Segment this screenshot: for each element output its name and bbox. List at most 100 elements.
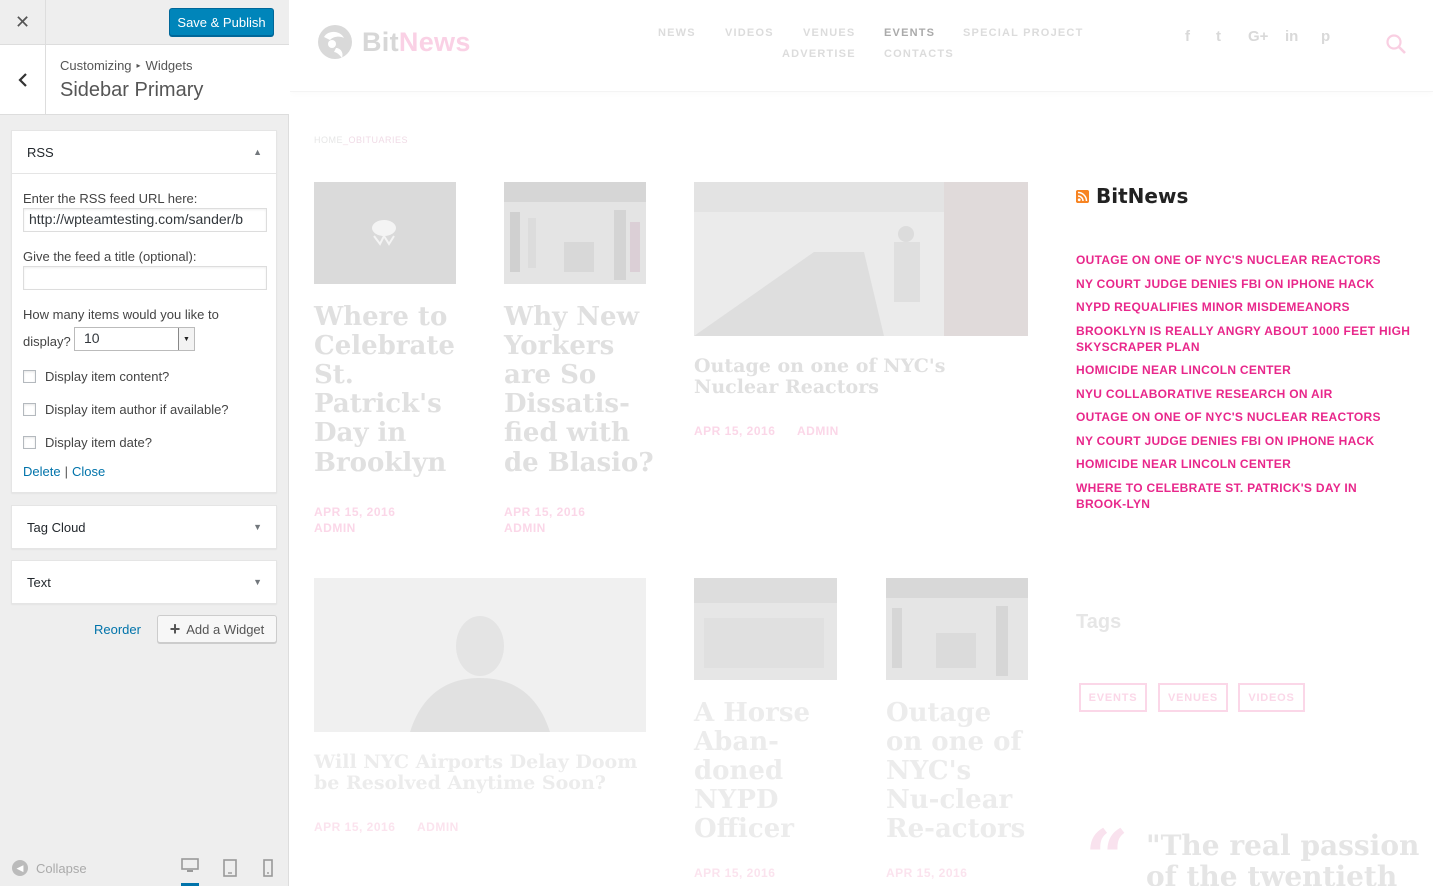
post-thumbnail[interactable]	[886, 578, 1028, 680]
post-thumbnail[interactable]	[504, 182, 646, 284]
facebook-icon[interactable]: f	[1185, 28, 1190, 45]
site-preview: BitNews NEWS VIDEOS VENUES EVENTS SPECIA…	[290, 0, 1433, 886]
tag-videos[interactable]: VIDEOS	[1238, 683, 1305, 712]
tag-cloud-widget-header[interactable]: Tag Cloud ▼	[12, 506, 276, 549]
tag-cloud-widget[interactable]: Tag Cloud ▼	[11, 505, 277, 549]
show-content-checkbox-row[interactable]: Display item content?	[23, 369, 169, 384]
post-author[interactable]: ADMIN	[797, 424, 839, 438]
nav-venues[interactable]: VENUES	[803, 27, 855, 39]
back-button[interactable]	[0, 45, 46, 114]
nav-videos[interactable]: VIDEOS	[725, 27, 774, 39]
mobile-preview-button[interactable]	[262, 859, 280, 877]
nav-contacts[interactable]: CONTACTS	[884, 48, 954, 60]
post-image	[314, 182, 456, 284]
post-title[interactable]: Outage on one of NYC's Nu-clear Re-actor…	[886, 698, 1031, 845]
close-customizer-button[interactable]: ✕	[0, 0, 46, 45]
quote-text: "The real passion of the twentieth	[1146, 829, 1420, 886]
tag-venues[interactable]: VENUES	[1158, 683, 1228, 712]
nav-special-project[interactable]: SPECIAL PROJECT	[963, 27, 1084, 39]
pinterest-icon[interactable]: p	[1321, 28, 1330, 45]
show-date-label: Display item date?	[45, 435, 152, 450]
google-plus-icon[interactable]: G+	[1248, 28, 1268, 45]
rss-item[interactable]: HOMICIDE NEAR LINCOLN CENTER	[1076, 456, 1411, 472]
items-count-label: How many items would you like to	[23, 307, 219, 322]
show-author-checkbox[interactable]	[23, 403, 36, 416]
mobile-icon	[263, 859, 273, 877]
text-widget-header[interactable]: Text ▼	[12, 561, 276, 604]
dropdown-arrow-icon: ▼	[178, 328, 194, 350]
close-widget-link[interactable]: Close	[72, 464, 105, 479]
post-author[interactable]: ADMIN	[504, 521, 546, 535]
save-publish-button[interactable]: Save & Publish	[169, 8, 274, 36]
post-author[interactable]: ADMIN	[417, 820, 459, 834]
post-title[interactable]: A Horse Aban-doned NYPD Officer	[694, 698, 834, 845]
collapse-button[interactable]: ◀ Collapse	[12, 860, 87, 876]
show-content-checkbox[interactable]	[23, 370, 36, 383]
post-title[interactable]: Outage on one of NYC's Nuclear Reactors	[694, 355, 1034, 399]
rss-item[interactable]: BROOKLYN IS REALLY ANGRY ABOUT 1000 FEET…	[1076, 323, 1411, 355]
rss-item[interactable]: OUTAGE ON ONE OF NYC'S NUCLEAR REACTORS	[1076, 409, 1411, 425]
post-date: APR 15, 2016	[314, 505, 396, 519]
rss-url-input[interactable]: http://wpteamtesting.com/sander/b	[23, 208, 267, 232]
post-thumbnail[interactable]	[314, 578, 646, 732]
post-title[interactable]: Will NYC Airports Delay Doom be Resolved…	[314, 751, 644, 795]
rss-item[interactable]: NYU COLLABORATIVE RESEARCH ON AIR	[1076, 386, 1411, 402]
show-content-label: Display item content?	[45, 369, 170, 384]
breadcrumb-customizing: Customizing	[60, 58, 132, 73]
rss-widget-title[interactable]: BitNews	[1096, 184, 1188, 208]
post-title[interactable]: Where to Celebrate St. Patrick's Day in …	[314, 302, 474, 478]
show-date-checkbox[interactable]	[23, 436, 36, 449]
nav-events[interactable]: EVENTS	[884, 27, 935, 39]
text-widget[interactable]: Text ▼	[11, 560, 277, 604]
post-date: APR 15, 2016	[694, 866, 776, 880]
items-count-select[interactable]: 10 ▼	[74, 327, 195, 351]
rss-item[interactable]: NYPD REQUALIFIES MINOR MISDEMEANORS	[1076, 299, 1411, 315]
rss-item[interactable]: OUTAGE ON ONE OF NYC'S NUCLEAR REACTORS	[1076, 252, 1411, 268]
breadcrumb-widgets: Widgets	[145, 58, 193, 73]
delete-widget-link[interactable]: Delete	[23, 464, 61, 479]
post-title[interactable]: Why New Yorkers are So Dissatis-fied wit…	[504, 302, 654, 478]
post-thumbnail[interactable]	[694, 182, 1028, 336]
add-widget-button[interactable]: + Add a Widget	[157, 615, 277, 643]
plus-icon: +	[169, 619, 181, 639]
rss-item[interactable]: NY COURT JUDGE DENIES FBI ON IPHONE HACK	[1076, 276, 1411, 292]
rss-widget-header[interactable]: RSS ▲	[12, 131, 276, 174]
site-logo[interactable]: BitNews	[314, 22, 471, 62]
action-separator: |	[64, 464, 68, 479]
nav-advertise[interactable]: ADVERTISE	[782, 48, 856, 60]
customizer-header: ✕ Save & Publish	[0, 0, 289, 45]
breadcrumb-home[interactable]: HOME	[314, 135, 343, 145]
rss-item[interactable]: HOMICIDE NEAR LINCOLN CENTER	[1076, 362, 1411, 378]
chevron-down-icon: ▼	[253, 522, 262, 532]
post-thumbnail[interactable]	[314, 182, 456, 284]
rss-widget: RSS ▲ Enter the RSS feed URL here: http:…	[11, 130, 277, 493]
tablet-preview-button[interactable]	[222, 859, 240, 877]
breadcrumb: Customizing ▸ Widgets	[60, 58, 193, 73]
close-icon: ✕	[14, 12, 31, 32]
tag-events[interactable]: EVENTS	[1079, 683, 1147, 712]
site-header: BitNews NEWS VIDEOS VENUES EVENTS SPECIA…	[290, 0, 1433, 92]
rss-icon[interactable]	[1076, 189, 1089, 203]
rss-item[interactable]: WHERE TO CELEBRATE ST. PATRICK'S DAY IN …	[1076, 480, 1411, 512]
show-author-label: Display item author if available?	[45, 402, 229, 417]
show-author-checkbox-row[interactable]: Display item author if available?	[23, 402, 229, 417]
rss-url-label: Enter the RSS feed URL here:	[23, 191, 198, 206]
reorder-link[interactable]: Reorder	[94, 622, 141, 637]
post-author[interactable]: ADMIN	[314, 521, 356, 535]
search-icon[interactable]	[1385, 33, 1407, 55]
post-thumbnail[interactable]	[694, 578, 837, 680]
rss-item[interactable]: NY COURT JUDGE DENIES FBI ON IPHONE HACK	[1076, 433, 1411, 449]
rss-widget-title: RSS	[27, 144, 54, 160]
twitter-icon[interactable]: t	[1216, 28, 1221, 45]
desktop-preview-button[interactable]	[181, 858, 199, 886]
post-image	[504, 182, 646, 284]
post-image	[694, 182, 1028, 336]
tablet-icon	[223, 859, 237, 877]
feed-title-input[interactable]	[23, 266, 267, 290]
customizer-footer: ◀ Collapse	[0, 850, 289, 886]
linkedin-icon[interactable]: in	[1285, 28, 1298, 45]
show-date-checkbox-row[interactable]: Display item date?	[23, 435, 152, 450]
chevron-left-icon	[17, 72, 27, 87]
items-count-value: 10	[84, 330, 100, 346]
nav-news[interactable]: NEWS	[658, 27, 696, 39]
